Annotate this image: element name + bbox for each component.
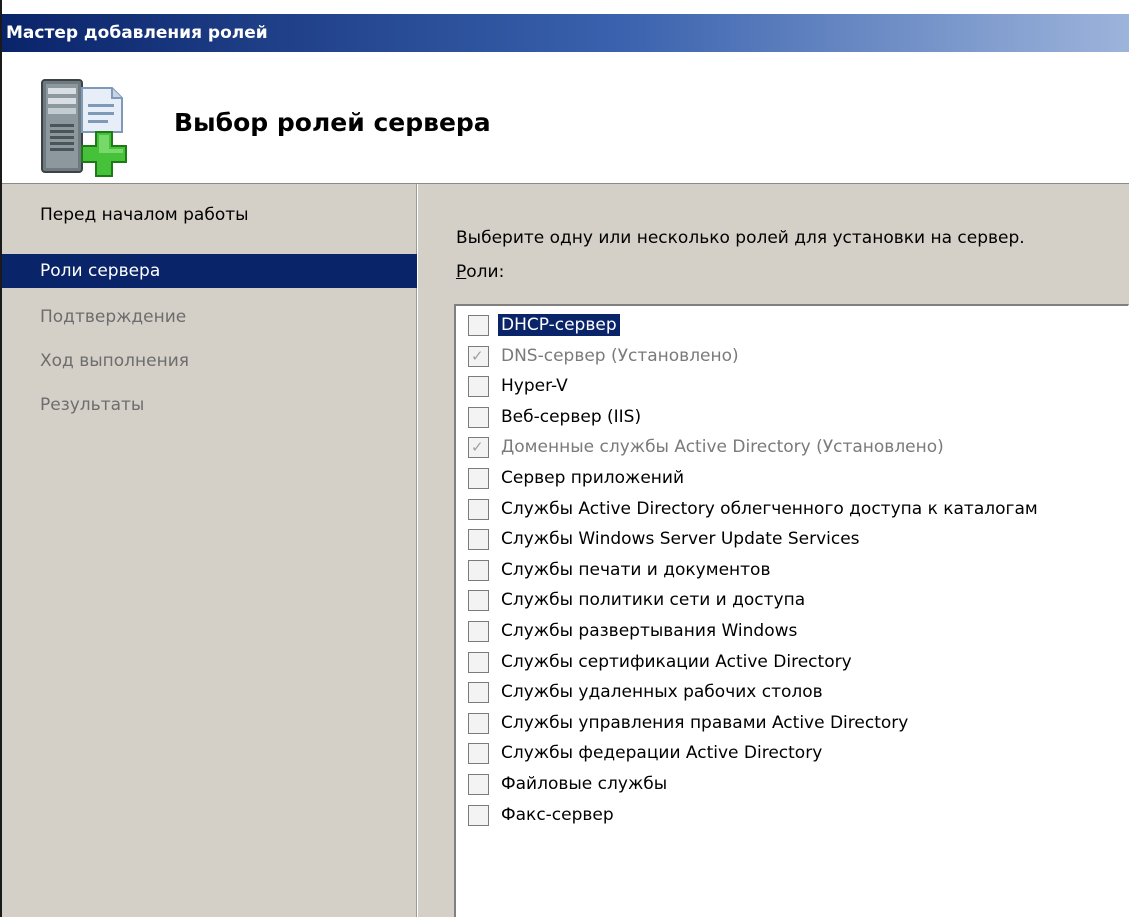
nav-item-before-you-begin[interactable]: Перед началом работы: [2, 198, 417, 232]
role-label: Службы сертификации Active Directory: [501, 651, 852, 672]
role-label: Службы Windows Server Update Services: [501, 529, 860, 550]
role-checkbox[interactable]: [468, 712, 489, 734]
role-label: Факс-сервер: [501, 804, 614, 825]
role-list-item: ✓ Доменные службы Active Directory (Устан…: [464, 434, 1124, 464]
role-checkbox[interactable]: [468, 682, 489, 704]
role-checkbox[interactable]: [468, 774, 489, 795]
role-label: Службы Active Directory облегченного дос…: [501, 498, 1038, 519]
nav-item-server-roles[interactable]: Роли сервера: [2, 254, 417, 288]
role-list-item[interactable]: Службы сертификации Active Directory: [464, 649, 1124, 679]
checkmark-icon: ✓: [471, 346, 484, 365]
roles-list[interactable]: DHCP-сервер ✓ DNS-сервер (Установлено) Hype…: [454, 304, 1129, 917]
role-checkbox[interactable]: [468, 406, 489, 428]
role-checkbox[interactable]: [468, 559, 489, 581]
role-list-item[interactable]: Файловые службы: [464, 771, 1124, 801]
role-checkbox[interactable]: [468, 621, 489, 642]
role-label: Службы управления правами Active Directo…: [501, 712, 909, 733]
wizard-header: Выбор ролей сервера: [2, 52, 1129, 184]
role-label: Файловые службы: [501, 774, 668, 794]
role-checkbox[interactable]: [468, 651, 489, 673]
roles-content-pane: Выберите одну или несколько ролей для ус…: [418, 184, 1129, 917]
role-label: Службы развертывания Windows: [501, 621, 798, 641]
role-checkbox[interactable]: [468, 743, 489, 765]
roles-label-rest: оли:: [466, 262, 505, 282]
role-checkbox[interactable]: [468, 590, 489, 612]
role-label: Доменные службы Active Directory (Устано…: [501, 437, 944, 458]
role-label: DNS-сервер (Установлено): [501, 345, 739, 366]
role-checkbox[interactable]: [468, 529, 489, 551]
role-checkbox[interactable]: [468, 376, 489, 398]
role-label: Веб-сервер (IIS): [501, 406, 642, 427]
role-label: Службы удаленных рабочих столов: [501, 682, 823, 703]
role-checkbox: ✓: [468, 437, 489, 459]
role-list-item[interactable]: Hyper-V: [464, 373, 1124, 403]
role-list-item[interactable]: Службы федерации Active Directory: [464, 740, 1124, 770]
role-list-item[interactable]: Службы удаленных рабочих столов: [464, 679, 1124, 709]
role-checkbox[interactable]: [468, 315, 489, 336]
role-list-item[interactable]: Факс-сервер: [464, 802, 1124, 832]
nav-item-progress: Ход выполнения: [40, 351, 189, 371]
role-label: Hyper-V: [501, 376, 568, 397]
role-list-item[interactable]: Веб-сервер (IIS): [464, 404, 1124, 434]
role-checkbox: ✓: [468, 345, 489, 367]
role-list-item[interactable]: Службы управления правами Active Directo…: [464, 710, 1124, 740]
roles-label-accelerator: Р: [456, 262, 467, 282]
role-label: Сервер приложений: [501, 468, 684, 488]
checkmark-icon: ✓: [471, 438, 484, 457]
role-label: DHCP-сервер: [498, 314, 620, 336]
server-add-icon: [30, 74, 142, 186]
role-list-item[interactable]: Службы Active Directory облегченного дос…: [464, 496, 1124, 526]
window-title-bar: Мастер добавления ролей: [2, 14, 1129, 52]
wizard-step-nav: Перед началом работы Роли сервера Подтве…: [2, 184, 417, 917]
nav-item-results: Результаты: [40, 395, 145, 415]
page-title: Выбор ролей сервера: [174, 108, 491, 137]
window-title: Мастер добавления ролей: [6, 23, 268, 43]
role-list-item: ✓ DNS-сервер (Установлено): [464, 343, 1124, 373]
role-list-item[interactable]: DHCP-сервер: [464, 312, 1124, 342]
roles-label: Роли:: [456, 262, 504, 282]
nav-item-confirmation: Подтверждение: [40, 307, 187, 327]
role-checkbox[interactable]: [468, 498, 489, 520]
role-checkbox[interactable]: [468, 804, 489, 826]
role-list-item[interactable]: Службы политики сети и доступа: [464, 587, 1124, 617]
role-list-item[interactable]: Службы печати и документов: [464, 557, 1124, 587]
role-checkbox[interactable]: [468, 468, 489, 489]
role-label: Службы политики сети и доступа: [501, 590, 806, 611]
role-list-item[interactable]: Службы развертывания Windows: [464, 618, 1124, 648]
instruction-text: Выберите одну или несколько ролей для ус…: [456, 228, 1025, 248]
role-list-item[interactable]: Службы Windows Server Update Services: [464, 526, 1124, 556]
role-label: Службы федерации Active Directory: [501, 743, 823, 764]
role-label: Службы печати и документов: [501, 559, 771, 580]
role-list-item[interactable]: Сервер приложений: [464, 465, 1124, 495]
